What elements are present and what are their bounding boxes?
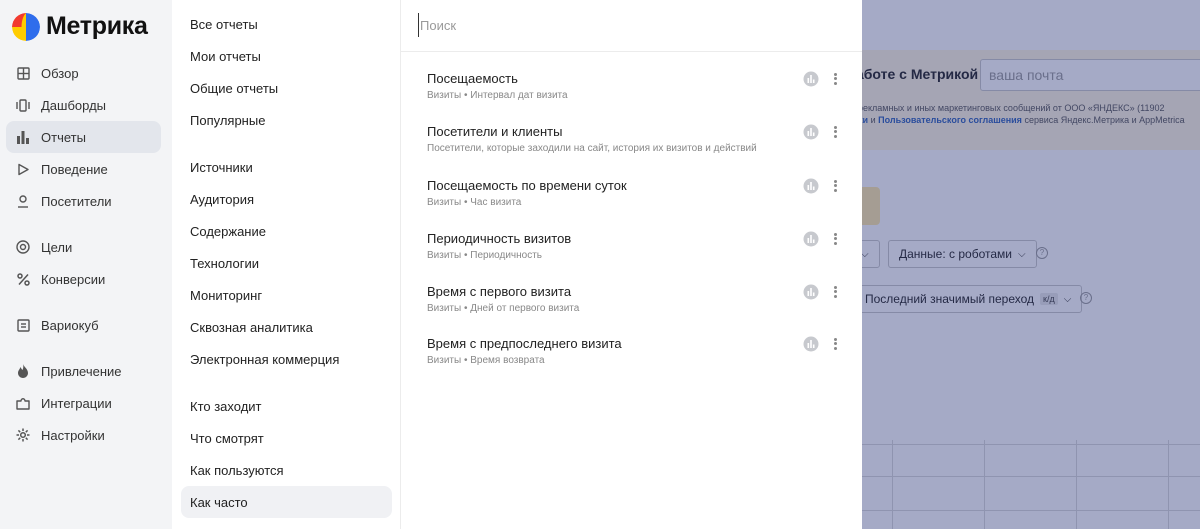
sidebar-item-dashboards[interactable]: Дашборды <box>6 89 161 121</box>
report-item[interactable]: Посещаемость Визиты • Интервал дат визит… <box>427 71 847 115</box>
category-sources[interactable]: Источники <box>181 151 392 183</box>
category-what-they-view[interactable]: Что смотрят <box>181 422 392 454</box>
report-title: Время с предпоследнего визита <box>427 336 622 351</box>
report-title: Посетители и клиенты <box>427 124 563 139</box>
sidebar-item-variocube[interactable]: Вариокуб <box>6 309 161 341</box>
metrika-logo-icon <box>12 12 40 41</box>
report-subtitle: Визиты • Периодичность <box>427 250 542 261</box>
report-chart-icon[interactable] <box>803 336 819 352</box>
category-list: Все отчеты Мои отчеты Общие отчеты Попул… <box>181 8 392 529</box>
more-vertical-icon[interactable] <box>828 283 842 301</box>
report-item[interactable]: Периодичность визитов Визиты • Периодичн… <box>427 231 847 275</box>
puzzle-icon <box>15 395 31 411</box>
report-chart-icon[interactable] <box>803 178 819 194</box>
category-my-reports[interactable]: Мои отчеты <box>181 40 392 72</box>
search-input[interactable] <box>418 13 838 37</box>
logo[interactable]: Метрика <box>12 12 148 41</box>
report-item[interactable]: Время с предпоследнего визита Визиты • В… <box>427 336 847 380</box>
category-popular[interactable]: Популярные <box>181 104 392 136</box>
category-end-to-end-analytics[interactable]: Сквозная аналитика <box>181 311 392 343</box>
category-how-they-use[interactable]: Как пользуются <box>181 454 392 486</box>
grid-icon <box>15 65 31 81</box>
sidebar-item-behavior[interactable]: Поведение <box>6 153 161 185</box>
target-icon <box>15 239 31 255</box>
flame-icon <box>15 363 31 379</box>
reports-category-menu: Все отчеты Мои отчеты Общие отчеты Попул… <box>172 0 401 529</box>
sidebar-item-integrations[interactable]: Интеграции <box>6 387 161 419</box>
category-all-reports[interactable]: Все отчеты <box>181 8 392 40</box>
report-subtitle: Визиты • Время возврата <box>427 355 545 366</box>
report-chart-icon[interactable] <box>803 71 819 87</box>
category-ecommerce[interactable]: Электронная коммерция <box>181 343 392 375</box>
category-monitoring[interactable]: Мониторинг <box>181 279 392 311</box>
report-chart-icon[interactable] <box>803 124 819 140</box>
category-who-visits[interactable]: Кто заходит <box>181 390 392 422</box>
report-item[interactable]: Посетители и клиенты Посетители, которые… <box>427 124 847 168</box>
sidebar-item-settings[interactable]: Настройки <box>6 419 161 451</box>
report-search <box>401 0 862 52</box>
report-subtitle: Визиты • Час визита <box>427 197 522 208</box>
logo-text: Метрика <box>46 12 148 40</box>
person-icon <box>15 193 31 209</box>
more-vertical-icon[interactable] <box>828 70 842 88</box>
report-title: Время с первого визита <box>427 284 572 299</box>
report-item[interactable]: Время с первого визита Визиты • Дней от … <box>427 284 847 328</box>
report-subtitle: Визиты • Интервал дат визита <box>427 90 568 101</box>
category-shared-reports[interactable]: Общие отчеты <box>181 72 392 104</box>
sidebar: Метрика Обзор Дашборды Отчеты Поведение <box>0 0 172 529</box>
sidebar-item-reports[interactable]: Отчеты <box>6 121 161 153</box>
more-vertical-icon[interactable] <box>828 177 842 195</box>
more-vertical-icon[interactable] <box>828 123 842 141</box>
sidebar-item-goals[interactable]: Цели <box>6 231 161 263</box>
report-chart-icon[interactable] <box>803 284 819 300</box>
dashboards-icon <box>15 97 31 113</box>
category-technology[interactable]: Технологии <box>181 247 392 279</box>
report-item[interactable]: Посещаемость по времени суток Визиты • Ч… <box>427 178 847 222</box>
more-vertical-icon[interactable] <box>828 335 842 353</box>
more-vertical-icon[interactable] <box>828 230 842 248</box>
sidebar-item-conversions[interactable]: Конверсии <box>6 263 161 295</box>
report-subtitle: Визиты • Дней от первого визита <box>427 303 580 314</box>
report-title: Периодичность визитов <box>427 231 572 246</box>
category-how-often[interactable]: Как часто <box>181 486 392 518</box>
reports-panel: Посещаемость Визиты • Интервал дат визит… <box>401 0 862 529</box>
variocube-icon <box>15 317 31 333</box>
bar-chart-icon <box>15 129 31 145</box>
percent-icon <box>15 271 31 287</box>
report-title: Посещаемость по времени суток <box>427 178 627 193</box>
modal-overlay[interactable] <box>862 0 1200 529</box>
gear-icon <box>15 427 31 443</box>
category-content[interactable]: Содержание <box>181 215 392 247</box>
sidebar-item-acquisition[interactable]: Привлечение <box>6 355 161 387</box>
report-chart-icon[interactable] <box>803 231 819 247</box>
report-title: Посещаемость <box>427 71 518 86</box>
sidebar-item-overview[interactable]: Обзор <box>6 57 161 89</box>
category-ad-efficiency[interactable]: Эффективность рекламы <box>181 518 392 529</box>
sidebar-nav: Обзор Дашборды Отчеты Поведение Посетите… <box>6 57 161 451</box>
sidebar-item-visitors[interactable]: Посетители <box>6 185 161 217</box>
category-audience[interactable]: Аудитория <box>181 183 392 215</box>
play-icon <box>15 161 31 177</box>
report-subtitle: Посетители, которые заходили на сайт, ис… <box>427 143 757 154</box>
